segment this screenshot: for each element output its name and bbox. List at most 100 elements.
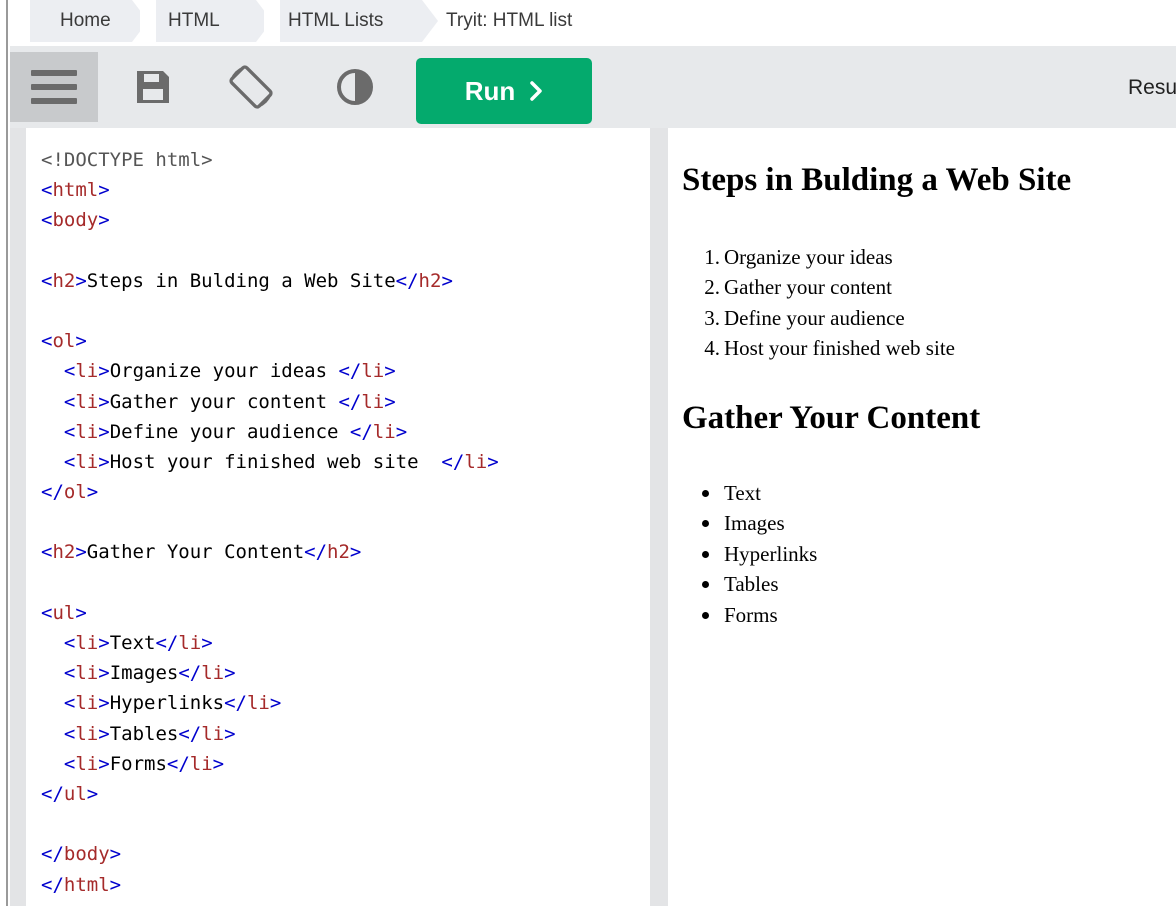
code-token: Organize your ideas: [109, 360, 339, 383]
code-token: >: [109, 873, 122, 896]
code-token: <: [63, 722, 76, 745]
code-token: Define your audience: [109, 420, 350, 443]
code-token: >: [212, 752, 225, 775]
list-item: Text: [702, 478, 817, 508]
code-token: h2: [52, 269, 76, 292]
save-button[interactable]: [126, 60, 180, 114]
code-token: >: [98, 390, 110, 413]
code-token: </: [338, 360, 362, 383]
code-line: <li>Images</li>: [41, 658, 499, 688]
code-text[interactable]: <!DOCTYPE html> <html> <body> <h2>Steps in …: [41, 145, 499, 900]
run-button[interactable]: Run: [416, 58, 592, 124]
code-token: Hyperlinks: [109, 692, 225, 715]
breadcrumb-html[interactable]: HTML: [168, 0, 220, 42]
code-token: <: [63, 692, 76, 715]
bullet-icon: [702, 611, 709, 619]
code-line: <li>Forms</li>: [41, 749, 499, 779]
code-token: >: [487, 450, 499, 473]
breadcrumb-current: Tryit: HTML list: [446, 10, 573, 31]
code-token: <: [63, 360, 76, 383]
result-frame: Steps in Bulding a Web Site 1. Organize y…: [668, 128, 1176, 906]
list-item-text: Forms: [724, 602, 778, 627]
list-item-text: Hyperlinks: [724, 541, 818, 566]
code-token: >: [98, 752, 110, 775]
code-token: Steps in Bulding a Web Site: [86, 269, 396, 292]
code-token: </: [41, 843, 64, 866]
code-token: li: [372, 420, 396, 443]
bullet-icon: [702, 581, 709, 589]
code-token: >: [384, 390, 396, 413]
code-token: >: [98, 632, 110, 654]
code-token: >: [349, 541, 362, 564]
code-token: </: [155, 632, 179, 654]
list-item: Tables: [702, 569, 817, 599]
code-token: >: [86, 481, 99, 504]
code-line: <li>Tables</li>: [41, 719, 499, 749]
code-token: >: [98, 692, 110, 715]
list-item-text: Define your audience: [724, 305, 905, 330]
result-unordered-list: Text Images Hyperlinks Tables Forms: [702, 478, 818, 630]
code-token: Gather your content: [109, 390, 339, 413]
code-token: <: [63, 662, 76, 685]
code-line: <h2>Steps in Bulding a Web Site</h2>: [41, 266, 499, 296]
menu-button[interactable]: [10, 52, 98, 122]
code-token: </: [224, 692, 247, 715]
rotate-layout-icon: [229, 65, 273, 109]
code-token: html: [52, 179, 99, 202]
code-token: body: [52, 209, 99, 232]
code-token: ol: [52, 330, 76, 353]
code-line: <li>Hyperlinks</li>: [41, 688, 499, 718]
breadcrumb-home[interactable]: Home: [60, 0, 111, 42]
code-token: li: [361, 390, 385, 413]
code-token: li: [75, 692, 99, 715]
code-token: ol: [63, 481, 87, 504]
code-token: ul: [52, 601, 76, 624]
code-editor[interactable]: <!DOCTYPE html> <html> <body> <h2>Steps in …: [26, 128, 650, 906]
code-line: <li>Organize your ideas </li>: [41, 356, 499, 386]
code-token: li: [246, 692, 270, 715]
code-token: >: [75, 269, 87, 292]
code-token: <: [41, 541, 53, 564]
contrast-icon: [337, 69, 373, 105]
list-number: 1.: [704, 245, 720, 269]
code-token: <: [63, 752, 76, 775]
code-token: Forms: [109, 752, 167, 775]
code-token: li: [75, 390, 99, 413]
code-line: <ul>: [41, 598, 499, 628]
list-item-text: Text: [724, 481, 762, 505]
code-token: li: [75, 450, 99, 473]
code-token: >: [75, 541, 87, 564]
code-token: >: [86, 782, 99, 805]
code-line: <!DOCTYPE html>: [41, 145, 499, 175]
code-token: html: [63, 873, 110, 896]
code-token: <: [41, 209, 53, 232]
code-line: </ol>: [41, 477, 499, 507]
theme-toggle-button[interactable]: [328, 60, 382, 114]
rotate-button[interactable]: [224, 60, 278, 114]
code-line: <body>: [41, 205, 499, 235]
list-item-text: Tables: [724, 572, 779, 597]
code-token: h2: [52, 541, 76, 564]
code-token: <: [63, 390, 76, 413]
code-token: >: [201, 632, 213, 654]
code-token: </: [178, 722, 202, 745]
code-token: >: [75, 601, 87, 624]
hamburger-icon: [31, 70, 77, 76]
breadcrumb-html-lists[interactable]: HTML Lists: [288, 0, 383, 42]
list-item: 1. Organize your ideas: [704, 242, 955, 272]
code-token: </: [338, 390, 362, 413]
code-token: h2: [418, 269, 442, 292]
code-line: <html>: [41, 175, 499, 205]
code-token: >: [98, 722, 110, 745]
code-token: li: [75, 722, 99, 745]
list-item-text: Gather your content: [724, 275, 892, 300]
